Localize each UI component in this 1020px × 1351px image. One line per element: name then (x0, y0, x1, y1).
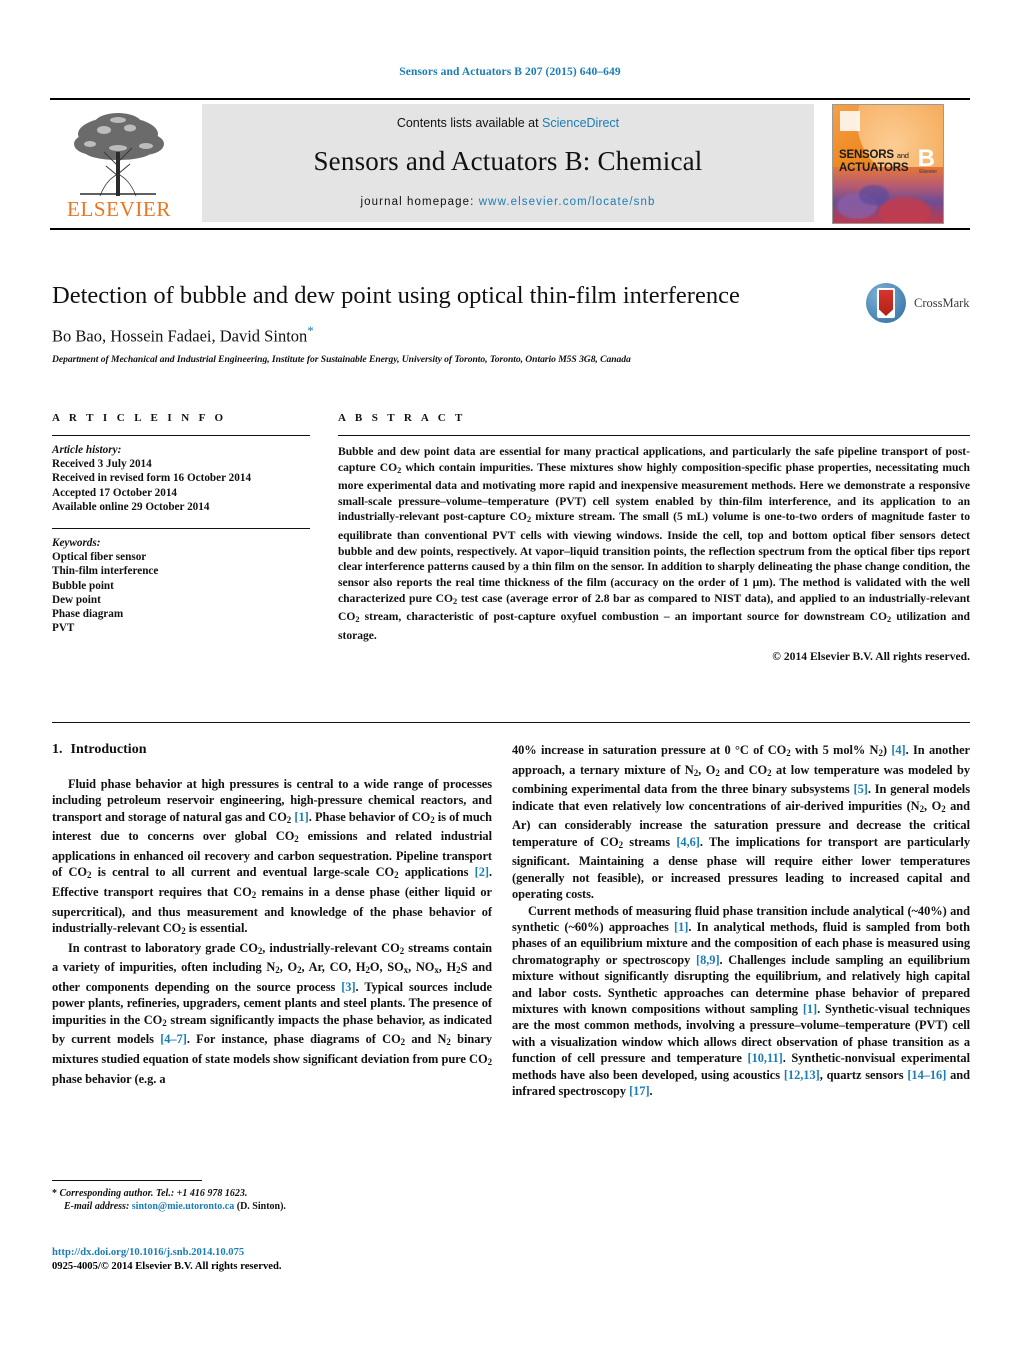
intro-paragraph-2-cont: 40% increase in saturation pressure at 0… (512, 743, 970, 902)
body-column-right: 40% increase in saturation pressure at 0… (512, 742, 970, 1099)
email-link[interactable]: sinton@mie.utoronto.ca (132, 1201, 234, 1212)
corresponding-author-note: * Corresponding author. Tel.: +1 416 978… (52, 1187, 492, 1200)
cover-elsevier-icon (840, 111, 860, 131)
cover-line1: SENSORS (839, 149, 894, 161)
keywords-divider (52, 528, 310, 530)
elsevier-wordmark: ELSEVIER (67, 197, 171, 221)
email-label: E-mail address: (64, 1201, 130, 1212)
cover-and: and (896, 151, 909, 160)
intro-paragraph-3: Current methods of measuring fluid phase… (512, 903, 970, 1098)
abstract-copyright: © 2014 Elsevier B.V. All rights reserved… (772, 650, 970, 664)
author-names: Bo Bao, Hossein Fadaei, David Sinton (52, 326, 308, 346)
article-info-heading: A R T I C L E I N F O (52, 412, 227, 424)
footer-block: http://dx.doi.org/10.1016/j.snb.2014.10.… (52, 1246, 492, 1274)
abstract-heading: A B S T R A C T (338, 412, 466, 424)
abstract-column: A B S T R A C T Bubble and dew point dat… (338, 412, 970, 663)
journal-homepage-line: journal homepage: www.elsevier.com/locat… (202, 196, 814, 208)
homepage-prefix: journal homepage: (360, 196, 479, 208)
section-heading-introduction: 1. Introduction (52, 742, 492, 758)
cover-blob-indigo (859, 185, 889, 205)
elsevier-logo: ELSEVIER (50, 104, 188, 222)
keyword-item: Phase diagram (52, 608, 124, 621)
abstract-body: Bubble and dew point data are essential … (338, 445, 970, 642)
keyword-item: Thin-film interference (52, 565, 159, 578)
journal-masthead: ELSEVIER Contents lists available at Sci… (50, 98, 970, 230)
corresponding-author-marker: * (307, 323, 314, 338)
cover-blob-red (879, 197, 931, 223)
homepage-url-link[interactable]: www.elsevier.com/locate/snb (479, 196, 656, 208)
body-column-left: 1. Introduction Fluid phase behavior at h… (52, 742, 492, 1087)
article-history-label: Article history: (52, 444, 122, 456)
section-title: Introduction (70, 742, 147, 757)
sciencedirect-link[interactable]: ScienceDirect (542, 116, 619, 130)
keywords-label: Keywords: (52, 537, 101, 550)
cover-publisher-mark: Elsevier (919, 169, 937, 175)
article-info-column: A R T I C L E I N F O Article history: R… (52, 412, 310, 635)
footnote-block: * Corresponding author. Tel.: +1 416 978… (52, 1180, 492, 1213)
crossmark-badge[interactable]: CrossMark (866, 283, 970, 327)
crossmark-label: CrossMark (914, 296, 970, 310)
email-note: E-mail address: sinton@mie.utoronto.ca (… (52, 1200, 492, 1213)
keyword-item: Dew point (52, 593, 101, 606)
history-item: Received in revised form 16 October 2014 (52, 472, 252, 485)
article-info-divider (52, 435, 310, 436)
keyword-item: PVT (52, 622, 75, 635)
keywords-block: Keywords: Optical fiber sensor Thin-film… (52, 536, 310, 635)
page-title: Detection of bubble and dew point using … (52, 282, 740, 309)
doi-link[interactable]: http://dx.doi.org/10.1016/j.snb.2014.10.… (52, 1247, 244, 1258)
contents-available-line: Contents lists available at ScienceDirec… (202, 116, 814, 130)
issn-copyright-line: 0925-4005/© 2014 Elsevier B.V. All right… (52, 1261, 282, 1272)
affiliation: Department of Mechanical and Industrial … (52, 354, 631, 365)
crossmark-icon (866, 283, 906, 323)
contents-prefix: Contents lists available at (396, 116, 543, 130)
author-list: Bo Bao, Hossein Fadaei, David Sinton* (52, 323, 852, 347)
history-item: Available online 29 October 2014 (52, 500, 210, 513)
footnote-divider (52, 1180, 202, 1181)
journal-title: Sensors and Actuators B: Chemical (313, 146, 703, 176)
corresponding-author-text: Corresponding author. Tel.: +1 416 978 1… (59, 1188, 248, 1199)
elsevier-tree-icon (74, 113, 164, 197)
body-top-divider (52, 722, 970, 723)
intro-paragraph-2: In contrast to laboratory grade CO2, ind… (52, 940, 493, 1086)
running-head: Sensors and Actuators B 207 (2015) 640–6… (399, 66, 621, 78)
keyword-item: Bubble point (52, 579, 114, 592)
history-item: Received 3 July 2014 (52, 458, 152, 471)
intro-paragraph-1: Fluid phase behavior at high pressures i… (52, 777, 493, 937)
journal-info-band: Contents lists available at ScienceDirec… (202, 104, 814, 222)
abstract-divider (338, 435, 970, 436)
history-item: Accepted 17 October 2014 (52, 486, 178, 499)
keyword-item: Optical fiber sensor (52, 551, 147, 564)
journal-cover-thumbnail: SENSORS and ACTUATORS B Elsevier (832, 104, 944, 224)
article-history-block: Article history: Received 3 July 2014 Re… (52, 443, 310, 514)
cover-line2: ACTUATORS (839, 162, 909, 174)
email-suffix: (D. Sinton). (236, 1201, 286, 1212)
paper-page: Sensors and Actuators B 207 (2015) 640–6… (0, 0, 1020, 1351)
footnote-star: * (52, 1188, 57, 1199)
section-number: 1. (52, 742, 63, 757)
